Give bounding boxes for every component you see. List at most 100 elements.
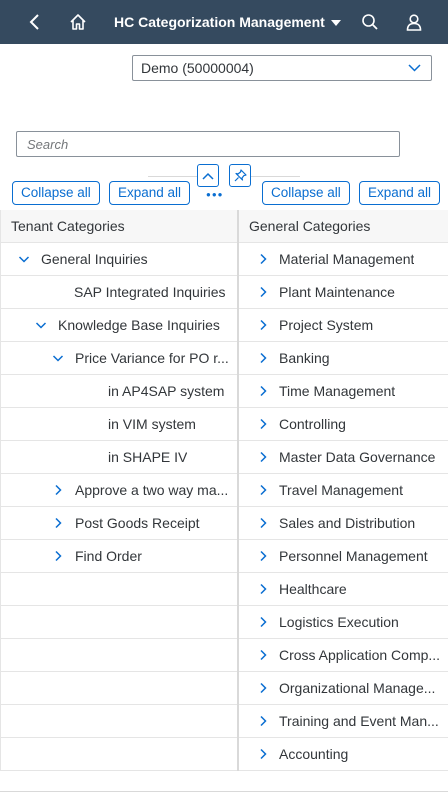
right-expand-all-button[interactable]: Expand all: [359, 181, 441, 205]
chevron-down-icon[interactable]: [17, 243, 31, 275]
chevron-right-icon[interactable]: [256, 309, 270, 341]
tree-row-label: Time Management: [279, 383, 396, 399]
chevron-right-icon[interactable]: [256, 474, 270, 506]
tree-row-label: General Inquiries: [41, 251, 148, 267]
divider: [148, 176, 198, 177]
empty-tree-row: [1, 639, 237, 672]
chevron-right-icon[interactable]: [256, 342, 270, 374]
tree-row-label: Organizational Manage...: [279, 680, 436, 696]
tree-row-label: Price Variance for PO r...: [75, 350, 229, 366]
chevron-right-icon[interactable]: [256, 573, 270, 605]
left-collapse-all-button[interactable]: Collapse all: [12, 181, 100, 205]
tenant-select-value: Demo (50000004): [141, 60, 254, 76]
tree-row[interactable]: Plant Maintenance: [239, 276, 448, 309]
chevron-down-icon[interactable]: [34, 309, 48, 341]
search-button[interactable]: [350, 0, 390, 44]
tree-row[interactable]: Master Data Governance: [239, 441, 448, 474]
app-title-menu[interactable]: HC Categorization Management: [114, 0, 341, 44]
tree-row-label: in VIM system: [108, 416, 196, 432]
tree-row[interactable]: Sales and Distribution: [239, 507, 448, 540]
pin-header-button[interactable]: [229, 164, 251, 187]
tree-row[interactable]: Material Management: [239, 243, 448, 276]
tree-row-label: SAP Integrated Inquiries: [74, 284, 226, 300]
chevron-down-icon: [408, 64, 421, 72]
chevron-right-icon[interactable]: [256, 606, 270, 638]
tree-row-label: in AP4SAP system: [108, 383, 225, 399]
chevron-right-icon[interactable]: [256, 441, 270, 473]
search-icon: [362, 14, 378, 30]
tree-row-label: Master Data Governance: [279, 449, 436, 465]
chevron-right-icon[interactable]: [51, 507, 65, 539]
chevron-right-icon[interactable]: [256, 243, 270, 275]
tree-row[interactable]: Price Variance for PO r...: [1, 342, 237, 375]
tree-row-label: Knowledge Base Inquiries: [58, 317, 220, 333]
empty-tree-row: [1, 672, 237, 705]
tree-row[interactable]: General Inquiries: [1, 243, 237, 276]
tree-row[interactable]: Approve a two way ma...: [1, 474, 237, 507]
empty-tree-row: [1, 738, 237, 771]
divider: [0, 791, 448, 792]
tree-row[interactable]: Controlling: [239, 408, 448, 441]
tree-row-label: Approve a two way ma...: [75, 482, 229, 498]
right-collapse-all-button[interactable]: Collapse all: [262, 181, 350, 205]
tree-row[interactable]: Time Management: [239, 375, 448, 408]
divider: [250, 176, 300, 177]
empty-tree-row: [1, 705, 237, 738]
chevron-right-icon[interactable]: [51, 540, 65, 572]
shell-bar: HC Categorization Management: [0, 0, 448, 44]
home-button[interactable]: [58, 0, 98, 44]
tree-row-label: Banking: [279, 350, 330, 366]
tree-row[interactable]: Cross Application Comp...: [239, 639, 448, 672]
tree-row[interactable]: in AP4SAP system: [1, 375, 237, 408]
left-expand-all-button[interactable]: Expand all: [109, 181, 191, 205]
tree-row[interactable]: Healthcare: [239, 573, 448, 606]
search-input[interactable]: [16, 131, 400, 157]
tree-row[interactable]: Banking: [239, 342, 448, 375]
tree-row[interactable]: SAP Integrated Inquiries: [1, 276, 237, 309]
tree-row[interactable]: Personnel Management: [239, 540, 448, 573]
chevron-right-icon[interactable]: [256, 639, 270, 671]
tree-row[interactable]: Training and Event Man...: [239, 705, 448, 738]
tree-row[interactable]: Travel Management: [239, 474, 448, 507]
chevron-right-icon[interactable]: [256, 705, 270, 737]
tree-row[interactable]: Knowledge Base Inquiries: [1, 309, 237, 342]
user-icon: [406, 14, 422, 31]
tree-row[interactable]: in SHAPE IV: [1, 441, 237, 474]
collapse-header-button[interactable]: [197, 164, 219, 187]
tree-row[interactable]: Organizational Manage...: [239, 672, 448, 705]
tree-row[interactable]: Post Goods Receipt: [1, 507, 237, 540]
tree-row[interactable]: in VIM system: [1, 408, 237, 441]
tree-row[interactable]: Project System: [239, 309, 448, 342]
chevron-right-icon[interactable]: [256, 738, 270, 770]
tree-row-label: Post Goods Receipt: [75, 515, 200, 531]
general-categories-tree: General Categories Material Management Pl…: [238, 210, 448, 771]
tree-row-label: Travel Management: [279, 482, 403, 498]
general-categories-header: General Categories: [239, 210, 448, 243]
tree-row-label: Healthcare: [279, 581, 347, 597]
chevron-right-icon[interactable]: [256, 375, 270, 407]
tree-row-label: Plant Maintenance: [279, 284, 395, 300]
tree-row[interactable]: Find Order: [1, 540, 237, 573]
tree-row-label: Project System: [279, 317, 374, 333]
tree-row-label: Material Management: [279, 251, 415, 267]
tree-row-label: Accounting: [279, 746, 349, 762]
chevron-right-icon[interactable]: [51, 474, 65, 506]
splitter-grip-icon[interactable]: ●●●: [206, 190, 224, 199]
back-button[interactable]: [14, 0, 54, 44]
tree-row[interactable]: Accounting: [239, 738, 448, 771]
chevron-right-icon[interactable]: [256, 408, 270, 440]
tree-row-label: Controlling: [279, 416, 346, 432]
tree-row-label: Cross Application Comp...: [279, 647, 441, 663]
user-button[interactable]: [394, 0, 434, 44]
chevron-down-icon[interactable]: [51, 342, 65, 374]
chevron-right-icon[interactable]: [256, 540, 270, 572]
chevron-right-icon[interactable]: [256, 276, 270, 308]
chevron-right-icon[interactable]: [256, 507, 270, 539]
tree-row-label: Training and Event Man...: [279, 713, 439, 729]
tenant-categories-tree: Tenant Categories General Inquiries SAP I…: [0, 210, 238, 771]
chevron-right-icon[interactable]: [256, 672, 270, 704]
tree-row-label: Personnel Management: [279, 548, 428, 564]
chevron-up-icon: [202, 172, 214, 180]
tree-row[interactable]: Logistics Execution: [239, 606, 448, 639]
tenant-select[interactable]: Demo (50000004): [132, 55, 432, 81]
